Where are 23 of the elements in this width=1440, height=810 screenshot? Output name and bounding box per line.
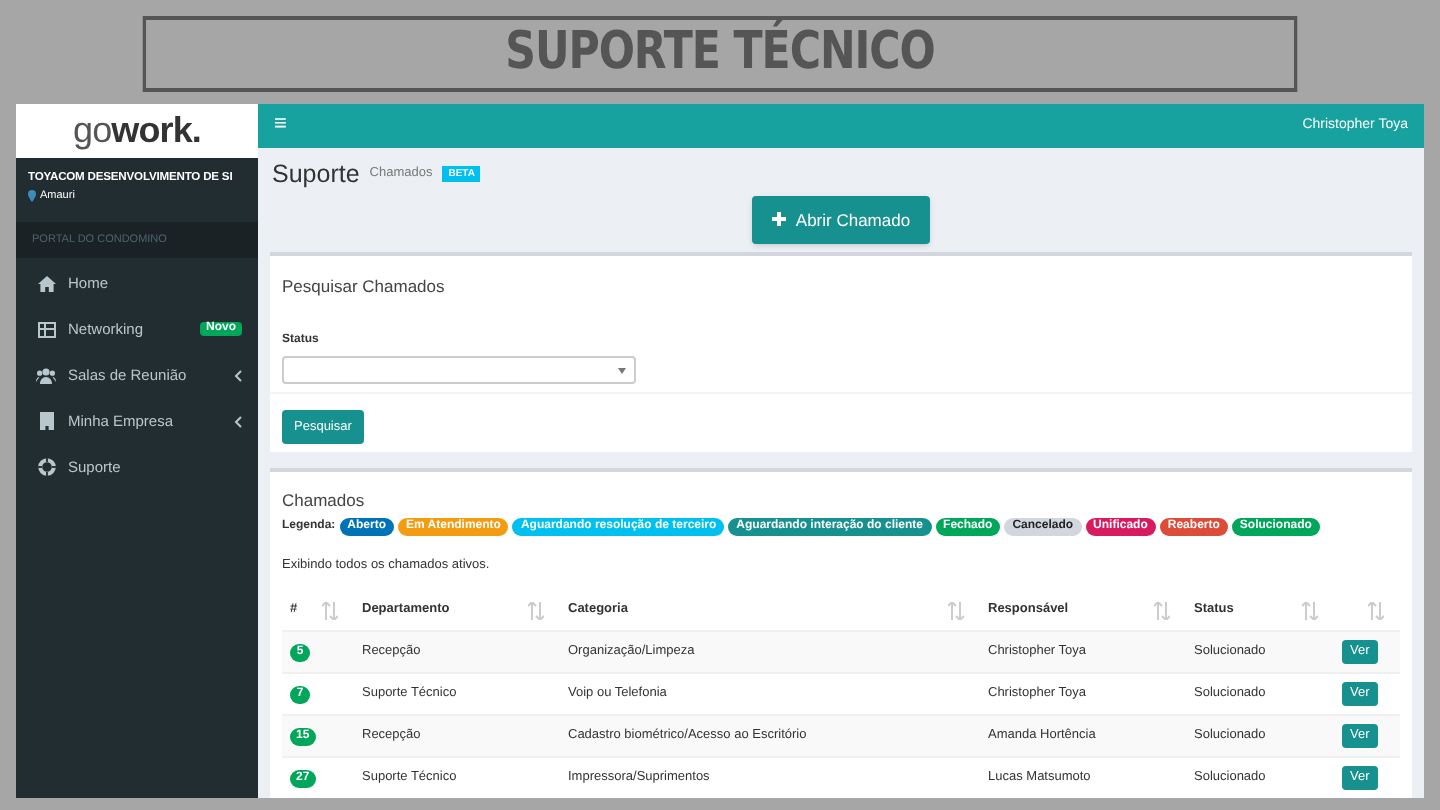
people-icon (36, 367, 56, 383)
sort-icon[interactable] (1368, 601, 1384, 619)
logo: gowork. (16, 104, 258, 158)
page-title: Suporte (272, 159, 360, 190)
sort-icon[interactable] (1154, 601, 1170, 619)
panel-title: Pesquisar Chamados (282, 275, 445, 296)
sort-icon[interactable] (322, 601, 338, 619)
panel-title: Chamados (282, 490, 365, 511)
sort-icon[interactable] (528, 601, 544, 619)
banner-title: SUPORTE TÉCNICO (142, 16, 1298, 92)
dropdown-arrow-icon (618, 367, 626, 374)
plus-icon (771, 212, 786, 227)
caret-icon (234, 369, 242, 381)
open-ticket-button[interactable]: Abrir Chamado (751, 195, 931, 244)
sort-icon[interactable] (948, 601, 964, 619)
building-icon (39, 412, 53, 430)
lifebuoy-icon (37, 458, 55, 476)
status-select[interactable] (282, 356, 636, 385)
home-icon (37, 275, 55, 291)
caret-icon (234, 415, 242, 427)
sort-icon[interactable] (1302, 601, 1318, 619)
grid-icon (37, 321, 55, 337)
map-pin-icon (28, 190, 36, 203)
